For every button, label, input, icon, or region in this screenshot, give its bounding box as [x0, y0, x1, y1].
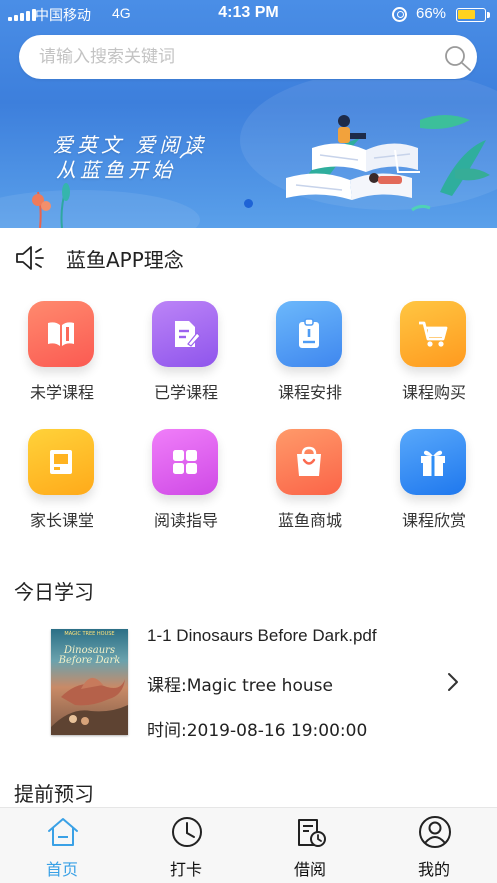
grid-item-lanyu-mall[interactable]: 蓝鱼商城 [248, 423, 372, 543]
orientation-lock-icon [392, 7, 407, 22]
banner-carousel[interactable]: 爱英文 爱阅读 从蓝鱼开始 [0, 80, 497, 228]
speaker-icon [16, 246, 44, 270]
study-course: 课程:Magic tree house [147, 676, 333, 696]
search-input[interactable] [39, 35, 409, 79]
shopping-bag-icon [276, 429, 342, 495]
tab-borrow[interactable]: 借阅 [248, 808, 372, 883]
study-filename: 1-1 Dinosaurs Before Dark.pdf [147, 626, 377, 645]
today-study-item[interactable]: MAGIC TREE HOUSE Dinosaurs Before Dark 1… [0, 615, 497, 745]
tab-label: 借阅 [293, 860, 326, 879]
tab-label: 打卡 [169, 860, 202, 879]
grid-item-reading-guide[interactable]: 阅读指导 [124, 423, 248, 543]
chevron-right-icon[interactable] [443, 669, 463, 695]
battery-icon [456, 8, 490, 22]
notice-row[interactable]: 蓝鱼APP理念 [0, 228, 497, 288]
grid-label: 课程欣赏 [401, 511, 466, 530]
notice-text: 蓝鱼APP理念 [66, 248, 184, 272]
search-bar[interactable] [19, 35, 477, 79]
section-title-preview: 提前预习 [14, 782, 94, 806]
notebook-icon [28, 429, 94, 495]
tab-checkin[interactable]: 打卡 [124, 808, 248, 883]
grid-label: 未学课程 [29, 383, 94, 402]
grid-item-unlearned-courses[interactable]: 未学课程 [0, 295, 124, 415]
grid-apps-icon [152, 429, 218, 495]
tab-mine[interactable]: 我的 [372, 808, 496, 883]
study-time: 时间:2019-08-16 19:00:00 [147, 721, 368, 741]
grid-item-course-schedule[interactable]: 课程安排 [248, 295, 372, 415]
home-icon [48, 818, 78, 846]
borrow-book-icon [298, 819, 326, 847]
book-series-label: MAGIC TREE HOUSE [64, 631, 115, 637]
grid-label: 蓝鱼商城 [277, 511, 342, 530]
carousel-indicator-dot[interactable] [244, 199, 253, 208]
book-cover-image: MAGIC TREE HOUSE Dinosaurs Before Dark [51, 629, 128, 735]
user-icon [419, 816, 451, 848]
book-cover-title: Dinosaurs Before Dark [58, 645, 121, 666]
grid-label: 课程安排 [277, 383, 342, 402]
section-title-today: 今日学习 [14, 580, 94, 604]
book-icon [28, 301, 94, 367]
status-bar: 中国移动 4G 4:13 PM 66% [0, 0, 497, 30]
banner-slogan-line2: 从蓝鱼开始 [56, 158, 176, 182]
battery-percent: 66% [416, 5, 447, 22]
clock-icon [172, 817, 202, 847]
battery-level-fill [458, 10, 475, 19]
tab-home[interactable]: 首页 [0, 808, 124, 883]
grid-item-learned-courses[interactable]: 已学课程 [124, 295, 248, 415]
grid-label: 课程购买 [401, 383, 466, 402]
grid-label: 家长课堂 [29, 511, 94, 530]
clipboard-icon [276, 301, 342, 367]
header-area: 中国移动 4G 4:13 PM 66% 请输入搜索关键词 爱英文 爱阅读 从蓝鱼… [0, 0, 497, 228]
dinosaur-illustration [51, 677, 128, 735]
grid-item-course-purchase[interactable]: 课程购买 [372, 295, 496, 415]
tab-label: 首页 [45, 860, 78, 879]
bottom-tab-bar: 首页 打卡 借阅 我的 [0, 807, 497, 883]
tab-label: 我的 [417, 860, 450, 879]
grid-item-course-appreciation[interactable]: 课程欣赏 [372, 423, 496, 543]
notepad-pencil-icon [152, 301, 218, 367]
gift-icon [400, 429, 466, 495]
grid-label: 阅读指导 [153, 511, 218, 530]
search-icon[interactable] [443, 44, 473, 72]
grid-item-parent-class[interactable]: 家长课堂 [0, 423, 124, 543]
cart-icon [400, 301, 466, 367]
grid-label: 已学课程 [153, 383, 218, 402]
